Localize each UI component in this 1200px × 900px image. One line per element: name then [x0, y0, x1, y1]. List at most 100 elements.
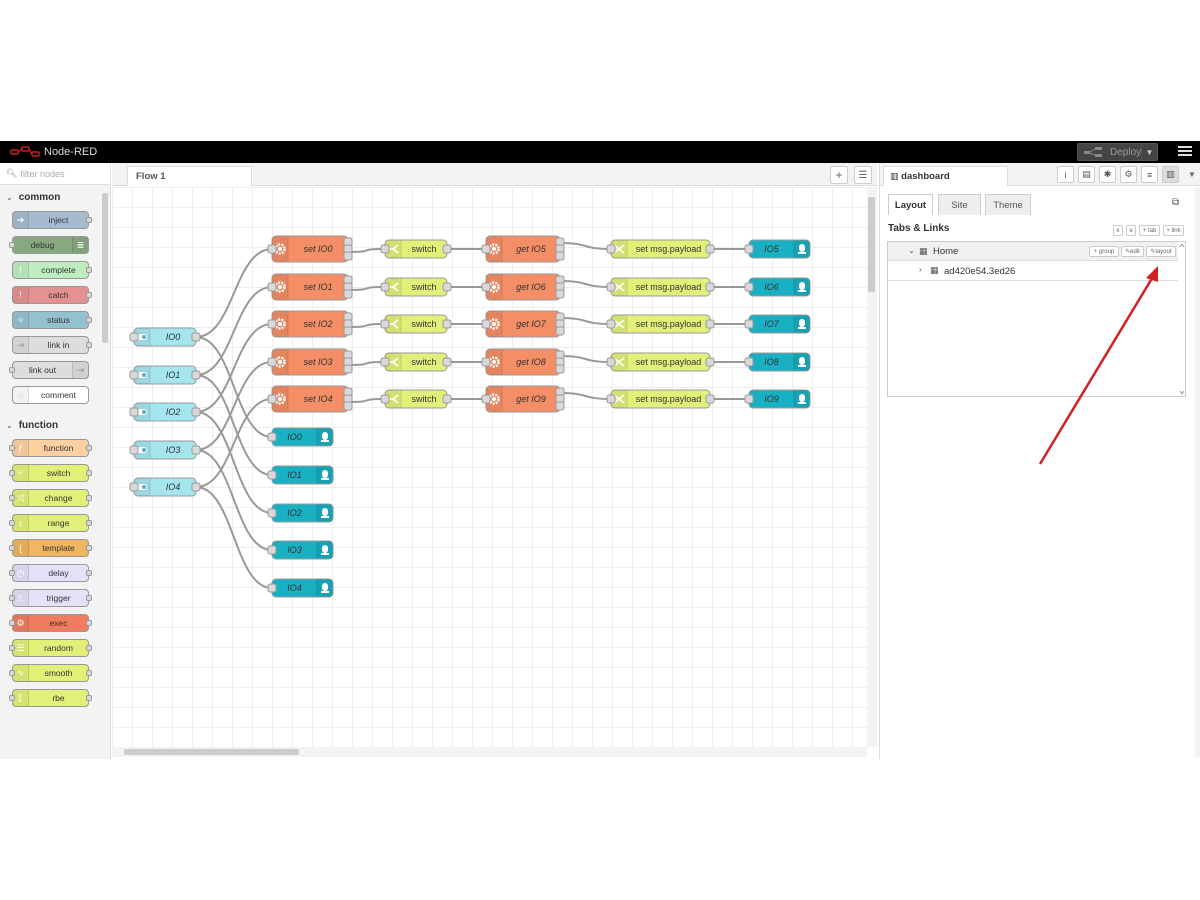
external-link-icon[interactable]: ⧉	[1172, 197, 1179, 208]
switch-node-0[interactable]: switch	[380, 239, 452, 259]
edit-tab-button[interactable]: ✎ edit	[1121, 246, 1144, 257]
wire[interactable]	[559, 355, 612, 363]
get-node-4[interactable]: get IO9	[481, 385, 565, 413]
palette-node-link-in[interactable]: ⇥ link in	[12, 336, 92, 354]
wire[interactable]	[195, 323, 273, 413]
book-icon[interactable]: ▤	[1078, 166, 1095, 183]
wire[interactable]	[195, 248, 273, 338]
palette-node-catch[interactable]: ! catch	[12, 286, 92, 304]
tree-group-row[interactable]: › ▦ ad420e54.3ed26	[888, 262, 1178, 281]
palette-node-range[interactable]: ↕ range	[9, 514, 92, 532]
add-link-button[interactable]: + link	[1163, 225, 1184, 236]
wire[interactable]	[347, 286, 386, 291]
palette-node-trigger[interactable]: ⎍ trigger	[9, 589, 92, 607]
wire[interactable]	[559, 242, 612, 250]
tab-layout[interactable]: Layout	[888, 194, 933, 215]
palette-node-link-out[interactable]: link out ⇥	[9, 361, 89, 379]
palette-node-switch[interactable]: ⑂ switch	[9, 464, 92, 482]
inject-node-IO1[interactable]: IO1	[129, 365, 201, 385]
main-menu-hamburger-icon[interactable]	[1176, 144, 1194, 160]
palette-node-delay[interactable]: ◷ delay	[9, 564, 92, 582]
palette-node-complete[interactable]: ! complete	[12, 261, 92, 279]
palette-scrollbar[interactable]	[102, 193, 108, 343]
palette-node-debug[interactable]: debug ≣	[9, 236, 89, 254]
wire[interactable]	[195, 361, 273, 451]
wire[interactable]	[195, 336, 273, 438]
palette-node-inject[interactable]: ➔ inject	[12, 211, 92, 229]
set-node-0[interactable]: set IO0	[267, 235, 353, 263]
switch-node-2[interactable]: switch	[380, 314, 452, 334]
palette-node-change[interactable]: ⤨ change	[9, 489, 92, 507]
tab-theme[interactable]: Theme	[985, 194, 1031, 215]
change-node-2[interactable]: set msg.payload	[606, 314, 715, 334]
sidebar-tab-dashboard[interactable]: ▥ dashboard	[883, 166, 1008, 186]
tree-tab-home[interactable]: ⌄ ▦ Home + group ✎ edit ✎ layout	[888, 242, 1178, 261]
led-out-node-IO9[interactable]: IO9	[744, 389, 811, 409]
set-node-3[interactable]: set IO3	[267, 348, 353, 376]
sidebar-caret-down-icon[interactable]: ▼	[1188, 170, 1196, 179]
wire[interactable]	[559, 392, 612, 400]
add-tab-button[interactable]: + tab	[1139, 225, 1160, 236]
set-node-2[interactable]: set IO2	[267, 310, 353, 338]
inject-node-IO4[interactable]: IO4	[129, 477, 201, 497]
flow-canvas[interactable]: IO0 set IO0 switch get IO5 set msg.payload IO…	[112, 187, 867, 747]
palette-node-rbe[interactable]: ⟦ rbe	[9, 689, 92, 707]
inject-node-IO3[interactable]: IO3	[129, 440, 201, 460]
list-flows-button[interactable]: ☰	[854, 166, 872, 184]
led-node-IO3[interactable]: IO3	[267, 540, 334, 560]
palette-node-random[interactable]: ☰ random	[9, 639, 92, 657]
switch-node-1[interactable]: switch	[380, 277, 452, 297]
get-node-0[interactable]: get IO5	[481, 235, 565, 263]
add-flow-button[interactable]: +	[830, 166, 848, 184]
canvas-vertical-scrollbar[interactable]	[867, 187, 877, 747]
led-node-IO1[interactable]: IO1	[267, 465, 334, 485]
change-node-0[interactable]: set msg.payload	[606, 239, 715, 259]
led-node-IO4[interactable]: IO4	[267, 578, 334, 598]
palette-node-exec[interactable]: ⚙ exec	[9, 614, 92, 632]
switch-node-3[interactable]: switch	[380, 352, 452, 372]
gear-icon[interactable]: ⚙	[1120, 166, 1137, 183]
tab-site[interactable]: Site	[938, 194, 981, 215]
database-icon[interactable]: ≡	[1141, 166, 1158, 183]
dashboard-chart-icon[interactable]: ▥	[1162, 166, 1179, 183]
layout-button[interactable]: ✎ layout	[1146, 246, 1176, 257]
palette-category-function[interactable]: ⌄ function	[0, 414, 102, 436]
deploy-button[interactable]: Deploy ▼	[1077, 143, 1158, 161]
wire[interactable]	[347, 398, 386, 403]
palette-node-status[interactable]: ✧ status	[12, 311, 92, 329]
palette-category-common[interactable]: ⌄ common	[0, 186, 102, 208]
led-out-node-IO8[interactable]: IO8	[744, 352, 811, 372]
led-node-IO0[interactable]: IO0	[267, 427, 334, 447]
chevron-down-icon[interactable]: ⌄	[908, 246, 915, 255]
change-node-3[interactable]: set msg.payload	[606, 352, 715, 372]
wire[interactable]	[347, 323, 386, 328]
palette-node-comment[interactable]: ◌ comment	[12, 386, 89, 404]
palette-node-function[interactable]: ƒ function	[9, 439, 92, 457]
move-down-button[interactable]: ∨	[1126, 225, 1136, 236]
palette-node-smooth[interactable]: ∿ smooth	[9, 664, 92, 682]
info-icon[interactable]: i	[1057, 166, 1074, 183]
palette-search-input[interactable]: 🔍︎ filter nodes	[0, 163, 110, 185]
led-out-node-IO5[interactable]: IO5	[744, 239, 811, 259]
sidebar-scrollbar[interactable]	[1195, 187, 1200, 757]
change-node-1[interactable]: set msg.payload	[606, 277, 715, 297]
inject-node-IO0[interactable]: IO0	[129, 327, 201, 347]
get-node-2[interactable]: get IO7	[481, 310, 565, 338]
wire[interactable]	[559, 317, 612, 325]
wire[interactable]	[347, 361, 386, 366]
add-group-button[interactable]: + group	[1089, 246, 1119, 257]
move-up-button[interactable]: ∧	[1113, 225, 1123, 236]
inject-node-IO2[interactable]: IO2	[129, 402, 201, 422]
set-node-1[interactable]: set IO1	[267, 273, 353, 301]
wire[interactable]	[347, 248, 386, 253]
led-out-node-IO7[interactable]: IO7	[744, 314, 811, 334]
set-node-4[interactable]: set IO4	[267, 385, 353, 413]
canvas-horizontal-scrollbar[interactable]	[112, 747, 867, 757]
tab-flow-1[interactable]: Flow 1	[127, 166, 252, 186]
chevron-right-icon[interactable]: ›	[919, 265, 922, 274]
wire[interactable]	[559, 280, 612, 288]
switch-node-4[interactable]: switch	[380, 389, 452, 409]
palette-node-template[interactable]: {template	[9, 539, 92, 557]
tree-scrollbar[interactable]	[1179, 242, 1185, 396]
wire[interactable]	[195, 286, 273, 376]
